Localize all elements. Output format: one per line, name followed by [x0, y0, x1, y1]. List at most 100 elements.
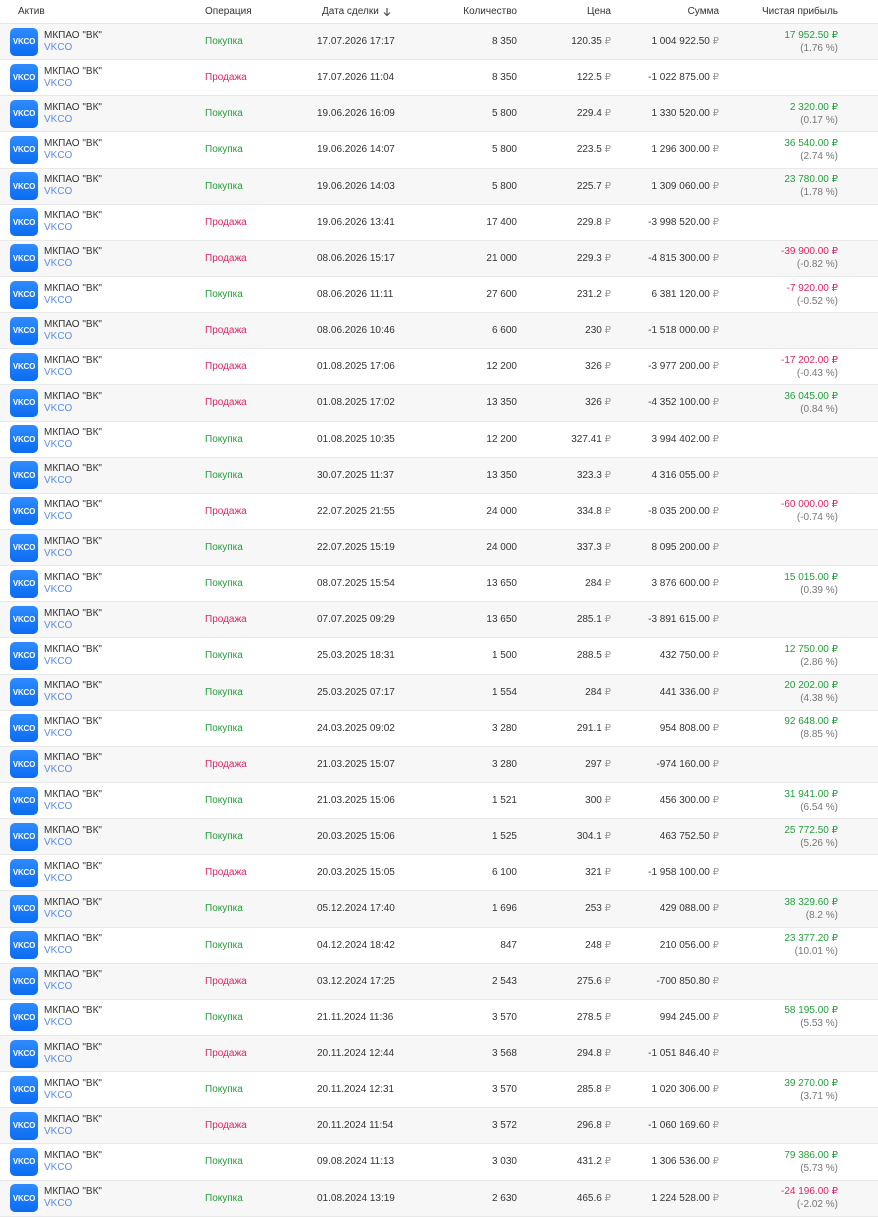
- table-row[interactable]: VKCO МКПАО "ВК" VKCO Покупка 08.07.2025 …: [0, 566, 878, 603]
- asset-ticker[interactable]: VKCO: [44, 186, 102, 198]
- asset-cell[interactable]: VKCO МКПАО "ВК" VKCO: [0, 425, 200, 454]
- asset-ticker[interactable]: VKCO: [44, 475, 102, 487]
- asset-ticker[interactable]: VKCO: [44, 945, 102, 957]
- table-row[interactable]: VKCO МКПАО "ВК" VKCO Покупка 21.03.2025 …: [0, 783, 878, 820]
- asset-cell[interactable]: VKCO МКПАО "ВК" VKCO: [0, 99, 200, 128]
- table-row[interactable]: VKCO МКПАО "ВК" VKCO Покупка 21.11.2024 …: [0, 1000, 878, 1036]
- table-row[interactable]: VKCO МКПАО "ВК" VKCO Продажа 17.07.2026 …: [0, 60, 878, 97]
- asset-ticker[interactable]: VKCO: [44, 656, 102, 668]
- asset-ticker[interactable]: VKCO: [44, 403, 102, 415]
- asset-ticker[interactable]: VKCO: [44, 728, 102, 740]
- asset-ticker[interactable]: VKCO: [44, 1090, 102, 1102]
- asset-cell[interactable]: VKCO МКПАО "ВК" VKCO: [0, 1003, 200, 1032]
- table-row[interactable]: VKCO МКПАО "ВК" VKCO Покупка 01.08.2024 …: [0, 1180, 878, 1217]
- asset-cell[interactable]: VKCO МКПАО "ВК" VKCO: [0, 63, 200, 92]
- table-row[interactable]: VKCO МКПАО "ВК" VKCO Покупка 24.03.2025 …: [0, 711, 878, 747]
- asset-ticker[interactable]: VKCO: [44, 692, 102, 704]
- asset-cell[interactable]: VKCO МКПАО "ВК" VKCO: [0, 533, 200, 562]
- asset-cell[interactable]: VKCO МКПАО "ВК" VKCO: [0, 1184, 200, 1213]
- asset-cell[interactable]: VKCO МКПАО "ВК" VKCO: [0, 1039, 200, 1068]
- asset-cell[interactable]: VKCO МКПАО "ВК" VKCO: [0, 605, 200, 634]
- table-row[interactable]: VKCO МКПАО "ВК" VKCO Покупка 04.12.2024 …: [0, 928, 878, 964]
- asset-ticker[interactable]: VKCO: [44, 981, 102, 993]
- table-row[interactable]: VKCO МКПАО "ВК" VKCO Продажа 20.11.2024 …: [0, 1035, 878, 1073]
- asset-cell[interactable]: VKCO МКПАО "ВК" VKCO: [0, 352, 200, 381]
- table-row[interactable]: VKCO МКПАО "ВК" VKCO Покупка 17.07.2026 …: [0, 24, 878, 61]
- table-row[interactable]: VKCO МКПАО "ВК" VKCO Покупка 19.06.2026 …: [0, 132, 878, 169]
- asset-cell[interactable]: VKCO МКПАО "ВК" VKCO: [0, 894, 200, 923]
- asset-ticker[interactable]: VKCO: [44, 331, 102, 343]
- table-row[interactable]: VKCO МКПАО "ВК" VKCO Покупка 30.07.2025 …: [0, 457, 878, 494]
- asset-cell[interactable]: VKCO МКПАО "ВК" VKCO: [0, 244, 200, 273]
- table-row[interactable]: VKCO МКПАО "ВК" VKCO Продажа 20.03.2025 …: [0, 855, 878, 892]
- table-row[interactable]: VKCO МКПАО "ВК" VKCO Продажа 22.07.2025 …: [0, 494, 878, 530]
- asset-ticker[interactable]: VKCO: [44, 548, 102, 560]
- asset-cell[interactable]: VKCO МКПАО "ВК" VKCO: [0, 280, 200, 309]
- asset-ticker[interactable]: VKCO: [44, 801, 102, 813]
- asset-cell[interactable]: VKCO МКПАО "ВК" VKCO: [0, 569, 200, 598]
- table-row[interactable]: VKCO МКПАО "ВК" VKCO Покупка 01.08.2025 …: [0, 422, 878, 458]
- asset-cell[interactable]: VKCO МКПАО "ВК" VKCO: [0, 316, 200, 345]
- asset-cell[interactable]: VKCO МКПАО "ВК" VKCO: [0, 931, 200, 960]
- asset-ticker[interactable]: VKCO: [44, 295, 102, 307]
- asset-cell[interactable]: VKCO МКПАО "ВК" VKCO: [0, 822, 200, 851]
- asset-cell[interactable]: VKCO МКПАО "ВК" VKCO: [0, 967, 200, 996]
- asset-ticker[interactable]: VKCO: [44, 1126, 102, 1138]
- asset-cell[interactable]: VKCO МКПАО "ВК" VKCO: [0, 388, 200, 417]
- asset-ticker[interactable]: VKCO: [44, 1054, 102, 1066]
- asset-ticker[interactable]: VKCO: [44, 42, 102, 54]
- asset-cell[interactable]: VKCO МКПАО "ВК" VKCO: [0, 786, 200, 815]
- asset-cell[interactable]: VKCO МКПАО "ВК" VKCO: [0, 172, 200, 201]
- table-row[interactable]: VKCO МКПАО "ВК" VKCO Покупка 08.06.2026 …: [0, 277, 878, 314]
- header-price[interactable]: Цена: [517, 6, 611, 17]
- header-date[interactable]: Дата сделки: [310, 6, 420, 17]
- table-row[interactable]: VKCO МКПАО "ВК" VKCO Продажа 08.06.2026 …: [0, 313, 878, 350]
- table-row[interactable]: VKCO МКПАО "ВК" VKCO Покупка 25.03.2025 …: [0, 674, 878, 711]
- asset-ticker[interactable]: VKCO: [44, 1017, 102, 1029]
- table-row[interactable]: VKCO МКПАО "ВК" VKCO Покупка 20.03.2025 …: [0, 819, 878, 856]
- table-row[interactable]: VKCO МКПАО "ВК" VKCO Покупка 19.06.2026 …: [0, 168, 878, 205]
- asset-ticker[interactable]: VKCO: [44, 584, 102, 596]
- table-row[interactable]: VKCO МКПАО "ВК" VKCO Продажа 21.03.2025 …: [0, 746, 878, 783]
- asset-cell[interactable]: VKCO МКПАО "ВК" VKCO: [0, 641, 200, 670]
- table-row[interactable]: VKCO МКПАО "ВК" VKCO Покупка 05.12.2024 …: [0, 891, 878, 928]
- asset-ticker[interactable]: VKCO: [44, 909, 102, 921]
- header-asset[interactable]: Актив: [0, 6, 200, 17]
- asset-ticker[interactable]: VKCO: [44, 764, 102, 776]
- asset-ticker[interactable]: VKCO: [44, 511, 102, 523]
- table-row[interactable]: VKCO МКПАО "ВК" VKCO Покупка 19.06.2026 …: [0, 96, 878, 133]
- asset-ticker[interactable]: VKCO: [44, 222, 102, 234]
- asset-cell[interactable]: VKCO МКПАО "ВК" VKCO: [0, 135, 200, 164]
- header-pnl[interactable]: Чистая прибыль: [719, 6, 858, 17]
- asset-cell[interactable]: VKCO МКПАО "ВК" VKCO: [0, 461, 200, 490]
- asset-ticker[interactable]: VKCO: [44, 837, 102, 849]
- asset-ticker[interactable]: VKCO: [44, 1198, 102, 1210]
- asset-ticker[interactable]: VKCO: [44, 1162, 102, 1174]
- asset-cell[interactable]: VKCO МКПАО "ВК" VKCO: [0, 1111, 200, 1140]
- table-row[interactable]: VKCO МКПАО "ВК" VKCO Продажа 08.06.2026 …: [0, 240, 878, 277]
- table-row[interactable]: VKCO МКПАО "ВК" VKCO Продажа 01.08.2025 …: [0, 349, 878, 386]
- asset-cell[interactable]: VKCO МКПАО "ВК" VKCO: [0, 208, 200, 237]
- asset-cell[interactable]: VKCO МКПАО "ВК" VKCO: [0, 750, 200, 779]
- asset-cell[interactable]: VKCO МКПАО "ВК" VKCO: [0, 714, 200, 743]
- table-row[interactable]: VKCO МКПАО "ВК" VKCO Покупка 25.03.2025 …: [0, 638, 878, 675]
- table-row[interactable]: VKCO МКПАО "ВК" VKCO Продажа 01.08.2025 …: [0, 385, 878, 422]
- asset-cell[interactable]: VKCO МКПАО "ВК" VKCO: [0, 858, 200, 887]
- asset-ticker[interactable]: VKCO: [44, 78, 102, 90]
- table-row[interactable]: VKCO МКПАО "ВК" VKCO Продажа 20.11.2024 …: [0, 1108, 878, 1145]
- asset-ticker[interactable]: VKCO: [44, 367, 102, 379]
- asset-ticker[interactable]: VKCO: [44, 150, 102, 162]
- table-row[interactable]: VKCO МКПАО "ВК" VKCO Покупка 09.08.2024 …: [0, 1144, 878, 1181]
- table-row[interactable]: VKCO МКПАО "ВК" VKCO Покупка 20.11.2024 …: [0, 1072, 878, 1109]
- header-qty[interactable]: Количество: [420, 6, 517, 17]
- asset-cell[interactable]: VKCO МКПАО "ВК" VKCO: [0, 27, 200, 56]
- asset-ticker[interactable]: VKCO: [44, 620, 102, 632]
- asset-ticker[interactable]: VKCO: [44, 258, 102, 270]
- header-sum[interactable]: Сумма: [611, 6, 719, 17]
- asset-cell[interactable]: VKCO МКПАО "ВК" VKCO: [0, 678, 200, 707]
- asset-cell[interactable]: VKCO МКПАО "ВК" VKCO: [0, 1075, 200, 1104]
- table-row[interactable]: VKCO МКПАО "ВК" VKCO Продажа 03.12.2024 …: [0, 963, 878, 1000]
- asset-ticker[interactable]: VKCO: [44, 114, 102, 126]
- asset-ticker[interactable]: VKCO: [44, 873, 102, 885]
- table-row[interactable]: VKCO МКПАО "ВК" VKCO Покупка 22.07.2025 …: [0, 529, 878, 567]
